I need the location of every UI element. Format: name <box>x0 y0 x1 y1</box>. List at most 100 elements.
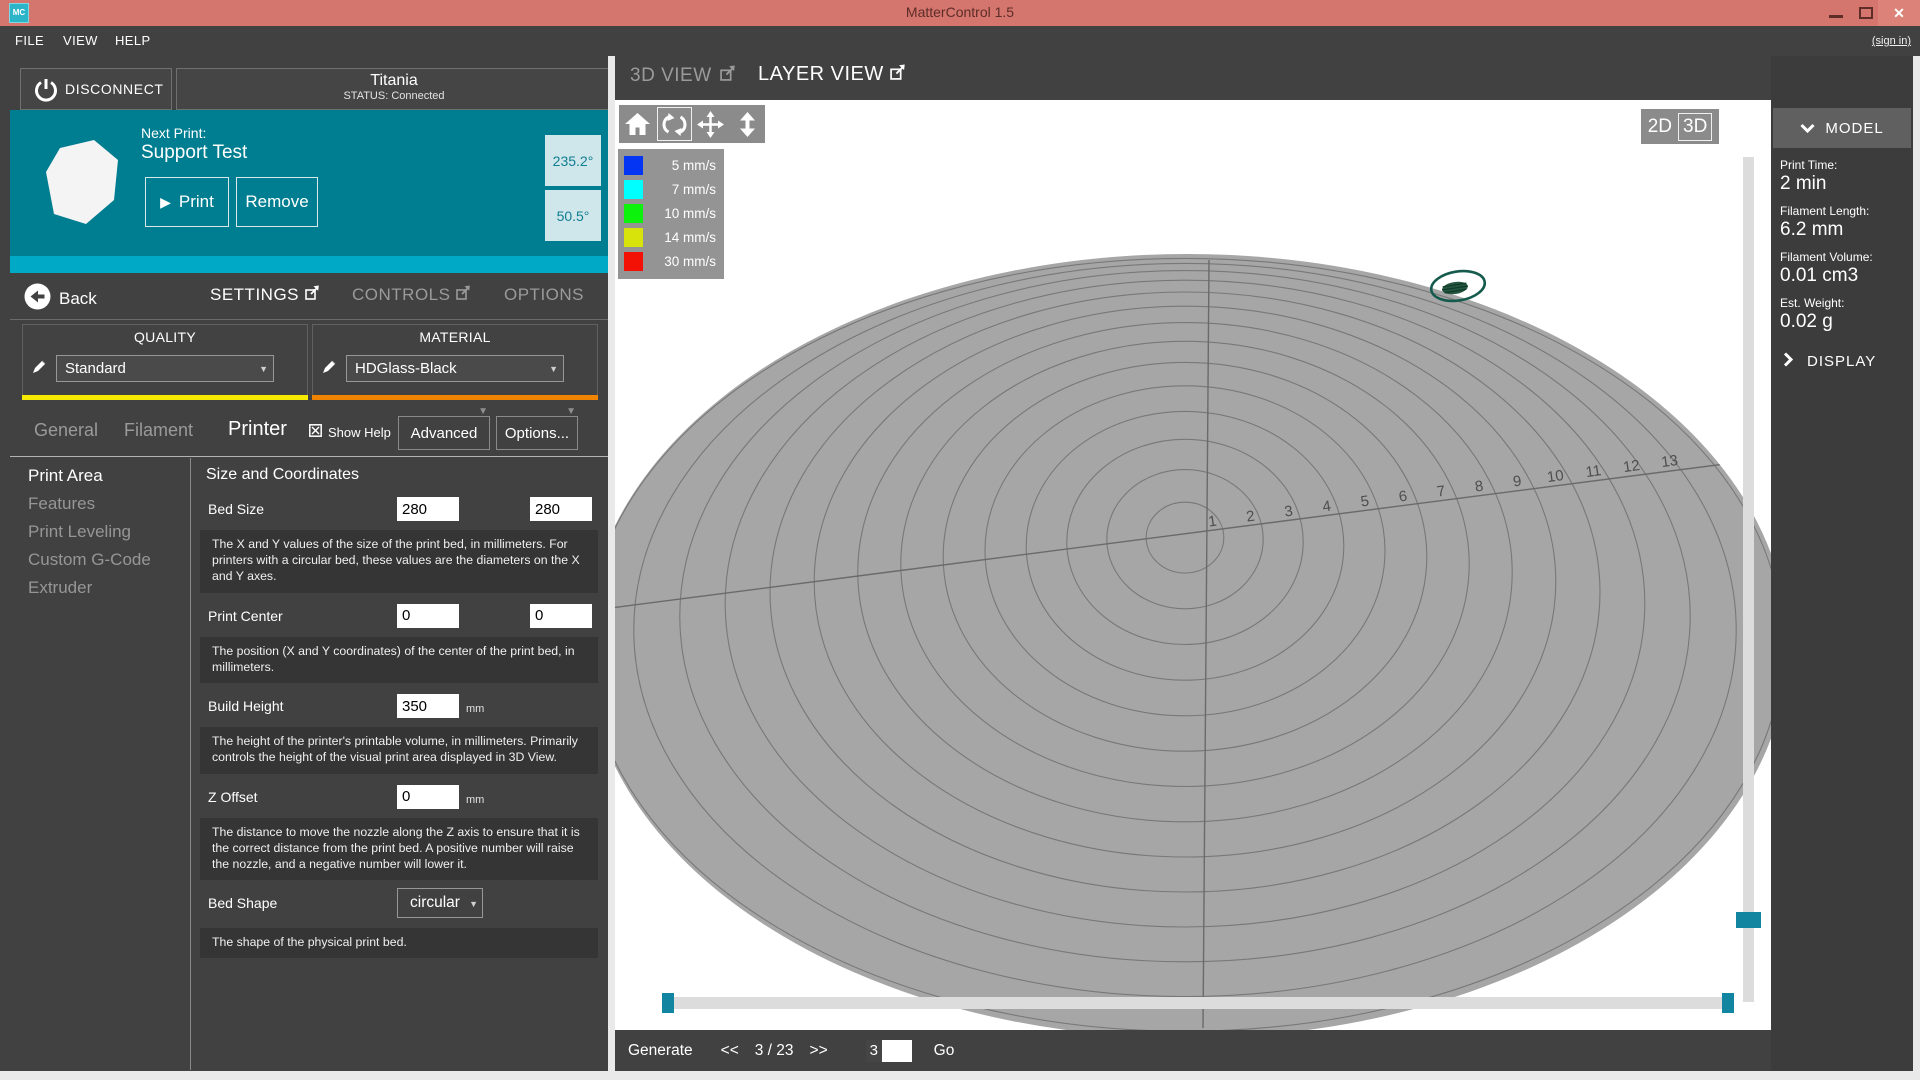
bed-shape-value: circular <box>410 894 460 911</box>
power-icon <box>33 77 59 108</box>
stat-filament-length: Filament Length: 6.2 mm <box>1780 204 1873 241</box>
build-height-input[interactable] <box>397 694 459 718</box>
z-offset-input[interactable] <box>397 785 459 809</box>
settings-tab[interactable]: SETTINGS <box>210 285 320 305</box>
chevron-down-icon: ▼ <box>259 357 268 382</box>
mode-3d-button[interactable]: 3D <box>1678 113 1712 141</box>
maximize-button[interactable] <box>1852 0 1880 26</box>
back-arrow-icon <box>24 283 51 315</box>
svg-text:11: 11 <box>1585 462 1603 481</box>
menu-file[interactable]: FILE <box>15 33 44 48</box>
layer-number-value: 3 <box>866 1040 882 1062</box>
settings-nav-custom-gcode[interactable]: Custom G-Code <box>28 550 188 570</box>
range-slider-left-handle[interactable] <box>662 993 674 1013</box>
rotate-view-button[interactable] <box>657 107 693 141</box>
stat-value: 2 min <box>1780 173 1873 195</box>
quality-dropdown[interactable]: Standard ▼ <box>56 355 274 382</box>
sign-in-link[interactable]: (sign in) <box>1872 35 1911 47</box>
edit-pencil-icon[interactable] <box>321 358 338 380</box>
bed-size-label: Bed Size <box>208 501 264 517</box>
settings-nav-features[interactable]: Features <box>28 494 188 514</box>
stat-value: 0.01 cm3 <box>1780 265 1873 287</box>
home-view-button[interactable] <box>620 107 656 141</box>
layer-range-slider-track[interactable] <box>668 997 1728 1009</box>
settings-nav-extruder[interactable]: Extruder <box>28 578 188 598</box>
options-dropdown-button[interactable]: Options... ▼ <box>496 416 578 450</box>
build-height-label: Build Height <box>208 698 284 714</box>
edit-pencil-icon[interactable] <box>31 358 48 380</box>
bed-shape-row: Bed Shape circular ▼ <box>200 888 600 922</box>
legend-row: 30 mm/s <box>624 249 718 273</box>
speed-color-swatch <box>624 180 643 199</box>
print-button[interactable]: ▶ Print <box>145 177 229 227</box>
model-section-button[interactable]: MODEL <box>1773 108 1911 148</box>
go-button[interactable]: Go <box>934 1042 955 1060</box>
chevron-right-icon <box>1783 352 1793 371</box>
show-help-checkbox[interactable]: Show Help <box>309 424 391 440</box>
stat-filament-volume: Filament Volume: 0.01 cm3 <box>1780 250 1873 287</box>
svg-text:13: 13 <box>1660 452 1679 471</box>
bed-temperature[interactable]: 50.5° <box>545 190 601 241</box>
legend-row: 10 mm/s <box>624 201 718 225</box>
layer-number-input[interactable]: 3 <box>866 1040 912 1062</box>
bed-size-x-input[interactable] <box>397 497 459 521</box>
back-button[interactable]: Back <box>24 283 97 315</box>
back-label: Back <box>59 289 97 309</box>
menu-help[interactable]: HELP <box>115 33 151 48</box>
close-button[interactable]: ✕ <box>1878 0 1920 26</box>
print-center-y-input[interactable] <box>530 604 592 628</box>
layer-view-canvas[interactable]: 12345678910111213 <box>615 100 1771 1030</box>
extruder-temperature[interactable]: 235.2° <box>545 135 601 186</box>
adjust-height-button[interactable] <box>730 107 766 141</box>
settings-nav-print-leveling[interactable]: Print Leveling <box>28 522 188 542</box>
bed-size-y-input[interactable] <box>530 497 592 521</box>
bed-size-help: The X and Y values of the size of the pr… <box>200 530 598 593</box>
bed-shape-label: Bed Shape <box>208 895 277 911</box>
bed-shape-dropdown[interactable]: circular ▼ <box>397 888 483 918</box>
printer-header-row: DISCONNECT Titania STATUS: Connected <box>10 68 612 110</box>
tab-layer-view[interactable]: LAYER VIEW <box>758 63 906 86</box>
home-icon <box>624 111 651 138</box>
move-view-button[interactable] <box>693 107 729 141</box>
bed-size-row: Bed Size <box>200 494 600 524</box>
generate-button[interactable]: Generate <box>628 1042 693 1060</box>
settings-nav-print-area[interactable]: Print Area <box>28 466 188 486</box>
printer-status: STATUS: Connected <box>177 90 611 102</box>
remove-button[interactable]: Remove <box>236 177 318 227</box>
settings-label: SETTINGS <box>210 285 299 305</box>
window-title: MatterControl 1.5 <box>0 4 1920 20</box>
panel-splitter[interactable] <box>608 56 615 1071</box>
next-layer-button[interactable]: >> <box>810 1042 828 1060</box>
quality-value: Standard <box>65 360 126 377</box>
speed-legend: 5 mm/s 7 mm/s 10 mm/s 14 mm/s 30 mm/s <box>618 149 724 279</box>
stat-value: 0.02 g <box>1780 311 1873 333</box>
disconnect-button[interactable]: DISCONNECT <box>20 68 172 110</box>
layer-slider-handle[interactable] <box>1736 912 1761 928</box>
maximize-icon <box>1859 7 1873 19</box>
layer-slider-track[interactable] <box>1743 157 1754 1002</box>
mode-2d-button[interactable]: 2D <box>1648 116 1672 138</box>
menu-view[interactable]: VIEW <box>63 33 98 48</box>
advanced-dropdown-button[interactable]: Advanced ▼ <box>398 416 490 450</box>
tab-filament[interactable]: Filament <box>124 420 193 441</box>
part-thumbnail[interactable] <box>44 140 122 231</box>
printer-selector[interactable]: Titania STATUS: Connected <box>176 68 612 110</box>
material-accent-bar <box>312 395 598 400</box>
quality-preset-box: QUALITY Standard ▼ <box>22 324 308 400</box>
previous-layer-button[interactable]: << <box>721 1042 739 1060</box>
tab-3d-view[interactable]: 3D VIEW <box>630 65 736 87</box>
display-section-button[interactable]: DISPLAY <box>1783 352 1876 371</box>
external-link-icon <box>456 285 471 305</box>
options-tab[interactable]: OPTIONS <box>504 285 584 305</box>
model-stats: Print Time: 2 min Filament Length: 6.2 m… <box>1780 158 1873 342</box>
speed-label: 30 mm/s <box>643 254 718 269</box>
z-height-icon <box>734 111 761 138</box>
print-center-row: Print Center <box>200 601 600 631</box>
tab-printer[interactable]: Printer <box>228 418 287 441</box>
tab-general[interactable]: General <box>34 420 98 441</box>
controls-tab[interactable]: CONTROLS <box>352 285 471 305</box>
material-dropdown[interactable]: HDGlass-Black ▼ <box>346 355 564 382</box>
minimize-button[interactable] <box>1822 0 1850 26</box>
print-center-x-input[interactable] <box>397 604 459 628</box>
range-slider-right-handle[interactable] <box>1722 993 1734 1013</box>
